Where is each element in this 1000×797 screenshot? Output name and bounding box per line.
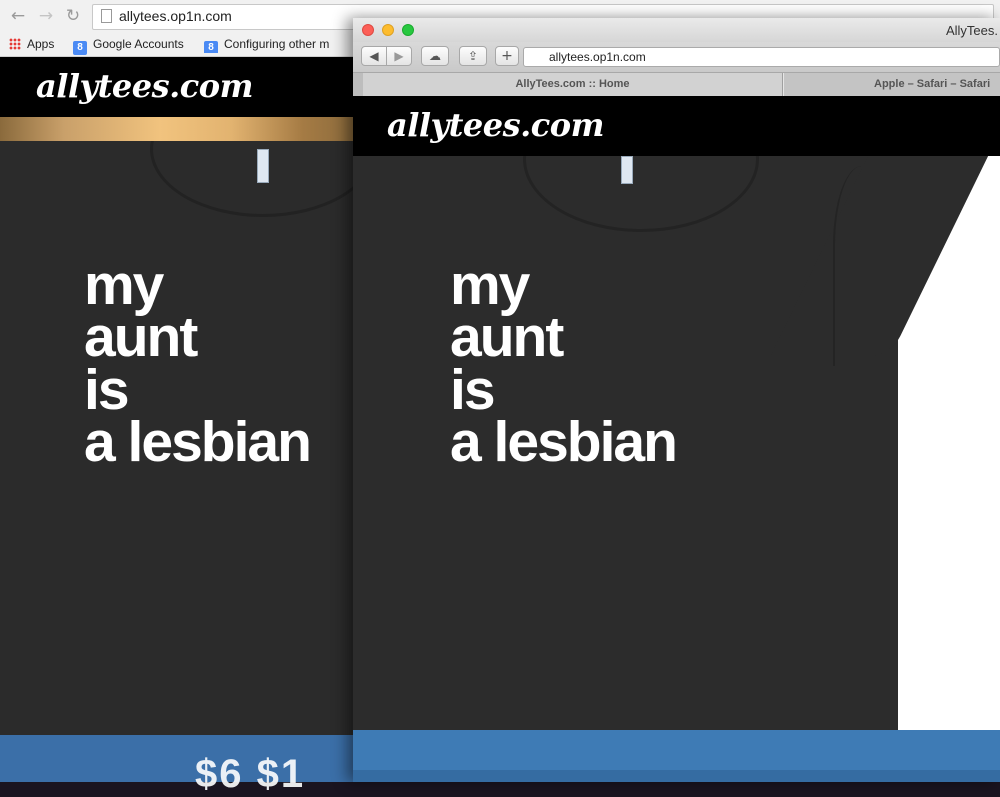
slogan-line: is	[450, 357, 496, 422]
tab-allytees-home[interactable]: AllyTees.com :: Home	[363, 73, 783, 96]
shirt-slogan: my aunt is a lesbian	[84, 253, 312, 475]
slogan-line: aunt	[84, 305, 198, 370]
shirt-tag	[257, 149, 269, 183]
shirt-tag	[621, 156, 633, 184]
slogan-line: my	[450, 253, 530, 317]
reload-icon[interactable]: ↻	[63, 6, 83, 26]
icloud-tabs-button[interactable]: ☁	[421, 46, 449, 66]
google-icon: 8	[204, 41, 218, 53]
zoom-window-button[interactable]	[402, 24, 414, 36]
shirt-collar	[150, 141, 356, 217]
site-logo[interactable]: allytees.com	[387, 106, 604, 144]
minimize-window-button[interactable]	[382, 24, 394, 36]
tab-bar: AllyTees.com :: Home Apple – Safari – Sa…	[353, 72, 1000, 97]
product-image: my aunt is a lesbian	[353, 156, 1000, 730]
forward-button[interactable]: ▶	[386, 46, 412, 66]
slogan-line: aunt	[450, 305, 564, 370]
slogan-line: a lesbian	[450, 410, 678, 475]
close-window-button[interactable]	[362, 24, 374, 36]
chrome-url-text: allytees.op1n.com	[119, 8, 232, 24]
forward-arrow-icon[interactable]: →	[36, 6, 56, 26]
google-icon: 8	[73, 41, 87, 55]
slogan-line: is	[84, 357, 130, 422]
safari-url-text: allytees.op1n.com	[549, 50, 646, 64]
new-tab-button[interactable]: +	[495, 46, 519, 66]
site-header: allytees.com	[0, 57, 356, 117]
safari-address-bar[interactable]: allytees.op1n.com	[523, 47, 1000, 67]
safari-toolbar: ◀ ▶ ☁ ⇪ + allytees.op1n.com	[353, 42, 1000, 72]
window-title: AllyTees.	[945, 23, 998, 38]
apps-grid-icon	[9, 38, 21, 50]
share-button[interactable]: ⇪	[459, 46, 487, 66]
back-button[interactable]: ◀	[361, 46, 387, 66]
page-icon	[101, 9, 112, 23]
bookmark-apps[interactable]: Apps	[9, 35, 54, 53]
bookmark-label: Google Accounts	[93, 37, 184, 51]
product-image: my aunt is a lesbian	[0, 141, 356, 735]
bookmark-label: Configuring other m	[224, 37, 330, 51]
site-header: allytees.com	[353, 96, 1000, 156]
safari-window: AllyTees. ◀ ▶ ☁ ⇪ + allytees.op1n.com Al…	[353, 18, 1000, 782]
gold-banner	[0, 117, 356, 141]
shirt-slogan: my aunt is a lesbian	[450, 253, 678, 475]
tab-apple-safari[interactable]: Apple – Safari – Safari	[783, 73, 1000, 96]
bookmark-configuring[interactable]: 8 Configuring other m	[204, 35, 352, 53]
slogan-line: a lesbian	[84, 410, 312, 475]
title-bar: AllyTees.	[353, 18, 1000, 42]
dock-strip	[353, 770, 1000, 782]
price-fragment: $6 $1	[195, 752, 306, 796]
slogan-line: my	[84, 253, 164, 317]
bookmark-google-accounts[interactable]: 8 Google Accounts	[73, 35, 184, 55]
site-logo[interactable]: allytees.com	[36, 67, 253, 105]
bookmark-label: Apps	[27, 37, 55, 51]
back-arrow-icon[interactable]: ←	[8, 6, 28, 26]
shirt-seam	[833, 166, 905, 366]
